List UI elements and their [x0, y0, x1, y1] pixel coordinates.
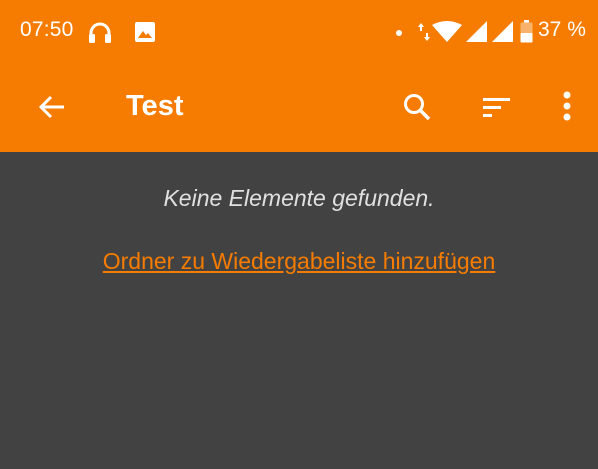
back-arrow-icon[interactable]	[38, 93, 66, 121]
battery-percentage: 37 %	[538, 18, 586, 41]
battery-icon	[520, 20, 533, 43]
more-vert-icon[interactable]	[561, 91, 573, 123]
add-folder-to-playlist-link[interactable]: Ordner zu Wiedergabeliste hinzufügen	[0, 248, 598, 275]
sort-icon[interactable]	[482, 97, 512, 119]
search-icon[interactable]	[402, 92, 432, 122]
wifi-icon	[432, 21, 462, 42]
status-time: 07:50	[20, 18, 74, 41]
headphones-icon	[89, 22, 111, 43]
playlist-content: Keine Elemente gefunden. Ordner zu Wiede…	[0, 152, 598, 469]
signal-icon	[492, 21, 513, 42]
signal-icon	[466, 21, 487, 42]
page-title: Test	[126, 90, 184, 122]
empty-message: Keine Elemente gefunden.	[163, 185, 435, 211]
app-bar: Test	[0, 64, 598, 152]
image-icon	[135, 22, 155, 42]
dot-icon	[396, 30, 402, 36]
status-bar: 07:50 37 %	[0, 0, 598, 64]
data-arrows-icon	[418, 23, 430, 41]
